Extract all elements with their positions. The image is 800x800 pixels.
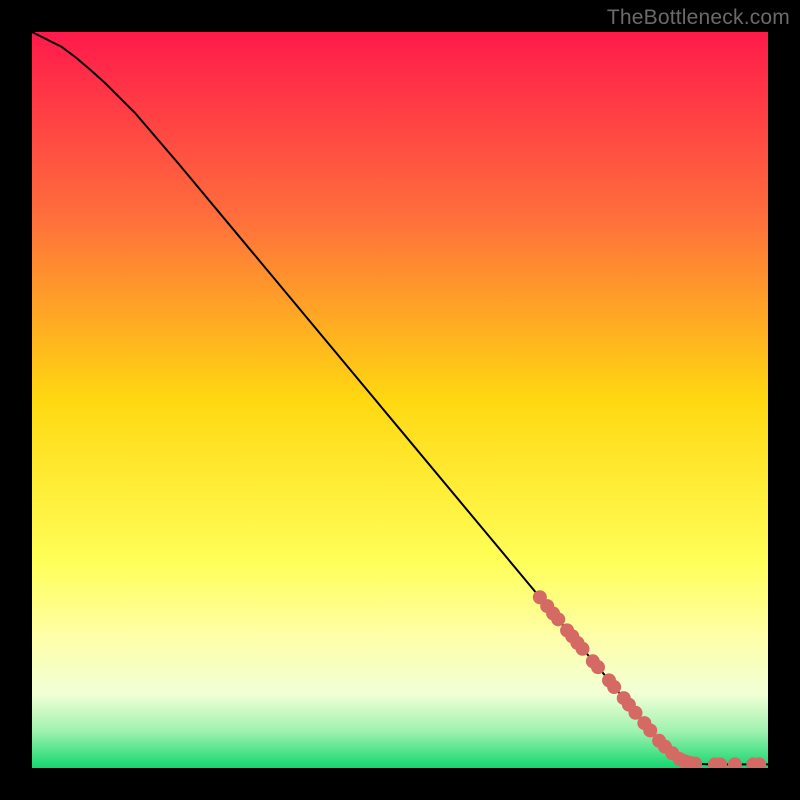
data-marker: [551, 612, 565, 626]
chart-plot-area: [32, 32, 768, 768]
attribution-label: TheBottleneck.com: [607, 6, 790, 30]
data-marker: [576, 642, 590, 656]
chart-frame: TheBottleneck.com: [0, 0, 800, 800]
gradient-background: [32, 32, 768, 768]
data-marker: [591, 660, 605, 674]
data-marker: [607, 680, 621, 694]
chart-svg: [32, 32, 768, 768]
